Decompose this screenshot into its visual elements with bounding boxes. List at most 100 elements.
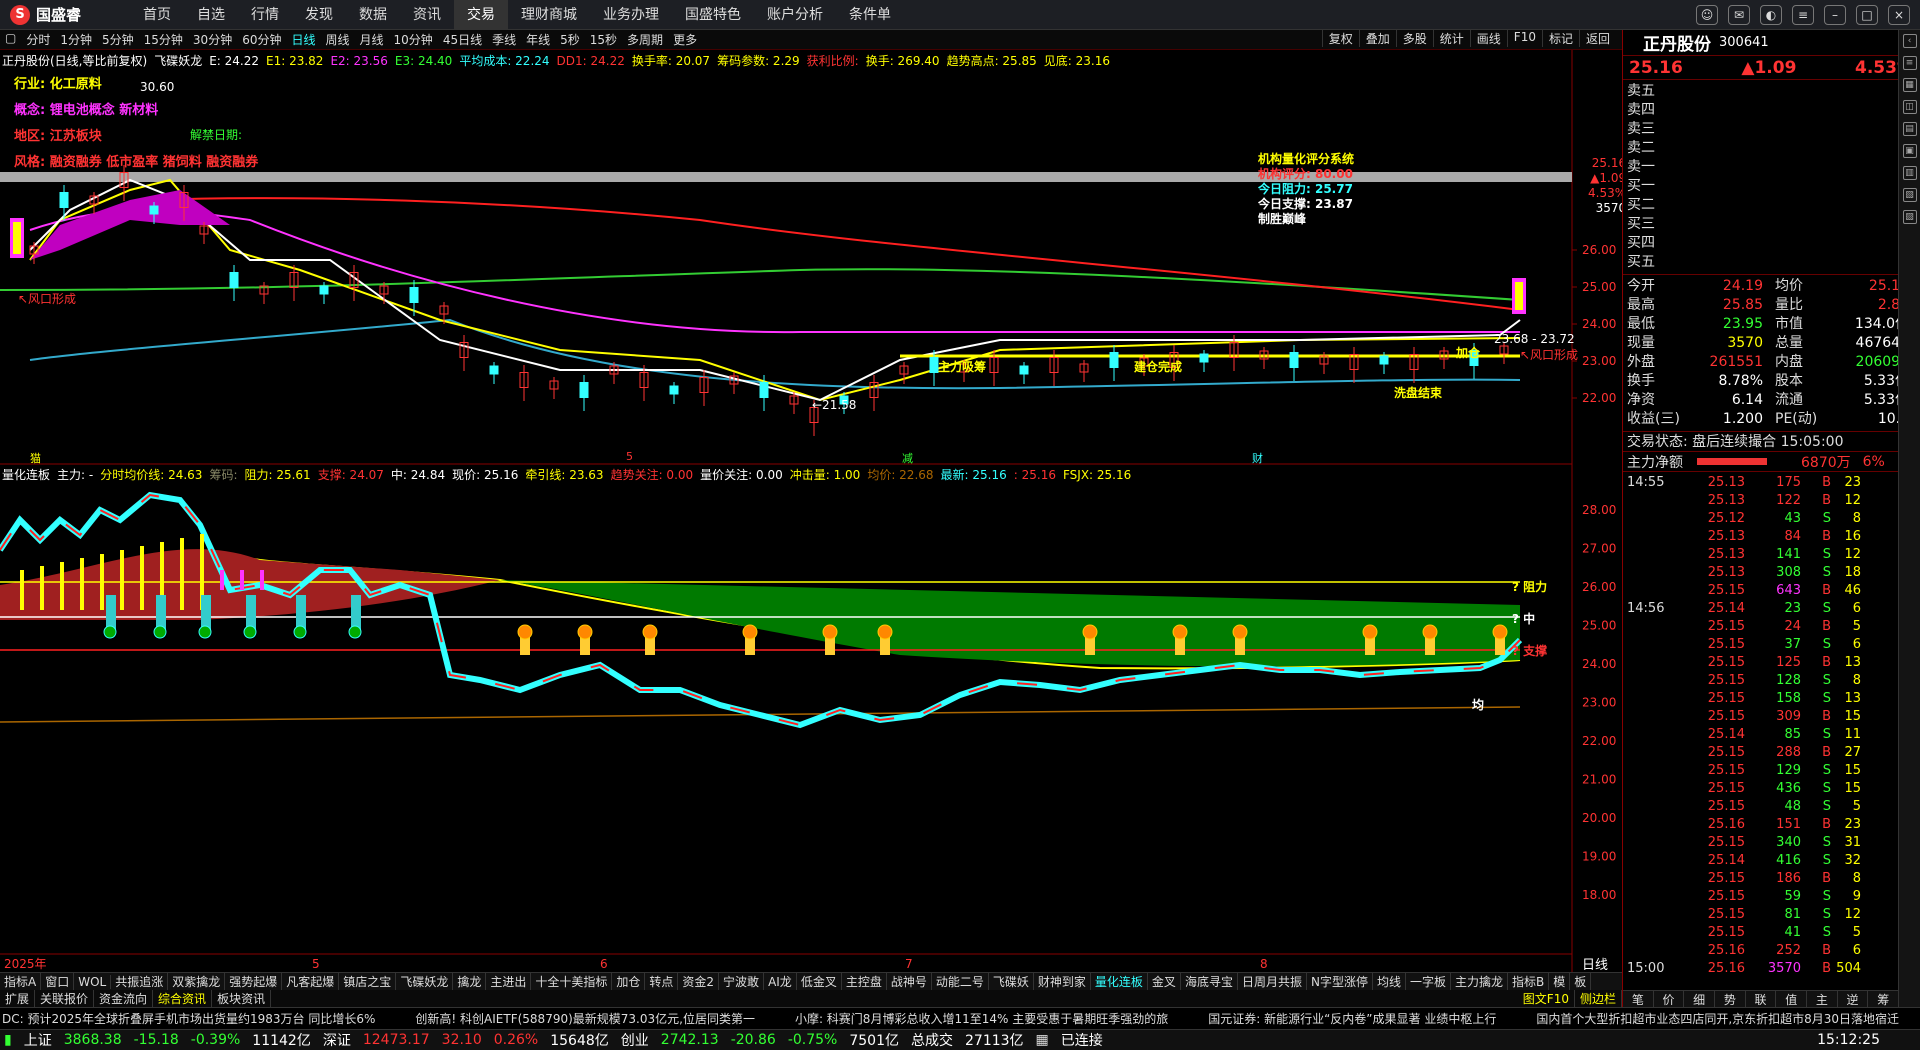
sub-tab-0[interactable]: 扩展 [0,990,36,1007]
indicator-tab-13[interactable]: 转点 [645,973,679,990]
period-tab-15[interactable]: 多周期 [622,31,668,48]
indicator-tab-27[interactable]: N字型涨停 [1307,973,1373,990]
sz-label[interactable]: 深证 [323,1030,351,1050]
nav-item-7[interactable]: 理财商城 [508,0,590,30]
quote-tab-5[interactable]: 值 [1776,991,1808,1007]
minimize-icon[interactable]: – [1824,5,1846,25]
app-logo[interactable]: S 国盛睿 [0,4,130,25]
indicator-tab-33[interactable]: 板 [1570,973,1592,990]
indicator-tab-14[interactable]: 资金2 [678,973,720,990]
quote-tab-7[interactable]: 逆 [1838,991,1869,1007]
indicator-tab-11[interactable]: 十全十美指标 [531,973,613,990]
ticker-item[interactable]: DC: 预计2025年全球折叠屏手机市场出货量约1983万台 同比增长6% [2,1008,375,1029]
indicator-tab-22[interactable]: 财神到家 [1034,973,1091,990]
tool-6[interactable]: 标记 [1541,30,1579,47]
cy-label[interactable]: 创业 [621,1030,649,1050]
period-tab-12[interactable]: 年线 [521,31,555,48]
layout-icon[interactable]: ▢ [0,31,21,48]
sub-tab-4[interactable]: 板块资讯 [212,990,272,1007]
indicator-tab-19[interactable]: 战神号 [887,973,932,990]
indicator-tab-3[interactable]: 共振追涨 [111,973,169,990]
nav-item-3[interactable]: 发现 [292,0,346,30]
nav-item-11[interactable]: 条件单 [836,0,904,30]
indicator-tab-32[interactable]: 模 [1549,973,1571,990]
list-icon[interactable]: ≡ [1902,56,1917,70]
indicator-tab-12[interactable]: 加仓 [612,973,646,990]
skin-icon[interactable]: ◐ [1760,5,1782,25]
tool-1[interactable]: 叠加 [1358,30,1396,47]
sh-label[interactable]: 上证 [24,1030,52,1050]
indicator-tab-30[interactable]: 主力擒龙 [1451,973,1508,990]
indicator-tab-0[interactable]: 指标A [0,973,42,990]
period-tab-7[interactable]: 周线 [321,31,355,48]
nav-item-8[interactable]: 业务办理 [590,0,672,30]
chart-area[interactable]: 26.00 25.00 24.00 23.00 22.00 28.00 27.00 26.0… [0,50,1622,972]
quote-tab-0[interactable]: 笔 [1623,991,1654,1007]
note-icon[interactable]: ▨ [1902,210,1917,224]
tick-list[interactable]: 14:55 25.13 175 B 23 25.13 122 B 12 25.12 43 S 8 25.1… [1623,472,1920,978]
indicator-tab-10[interactable]: 主进出 [486,973,532,990]
nav-item-0[interactable]: 首页 [130,0,184,30]
period-tab-14[interactable]: 15秒 [585,31,622,48]
tool-5[interactable]: F10 [1506,30,1542,47]
indicator-tab-25[interactable]: 海底寻宝 [1181,973,1238,990]
sub-tab-3[interactable]: 综合资讯 [153,990,213,1007]
tool-3[interactable]: 统计 [1432,30,1470,47]
grid-icon[interactable]: ▦ [1902,78,1917,92]
nav-item-5[interactable]: 资讯 [400,0,454,30]
indicator-tab-18[interactable]: 主控盘 [842,973,887,990]
indicator-tab-28[interactable]: 均线 [1373,973,1406,990]
ticker-item[interactable]: 小摩: 科赛门8月博彩总收入增11至14% 主要受惠于暑期旺季强劲的旅 [795,1008,1168,1029]
indicator-tab-9[interactable]: 擒龙 [453,973,487,990]
indicator-tab-21[interactable]: 飞碟妖 [989,973,1034,990]
indicator-tab-24[interactable]: 金叉 [1148,973,1181,990]
period-tab-6[interactable]: 日线 [286,31,320,48]
quote-tab-4[interactable]: 联 [1746,991,1777,1007]
period-tab-3[interactable]: 15分钟 [139,31,188,48]
sub-name[interactable]: 量化连板 [2,466,50,483]
sub-tab-2[interactable]: 资金流向 [94,990,154,1007]
stock-icon[interactable]: ▥ [1902,166,1917,180]
indicator-tab-4[interactable]: 双紫擒龙 [168,973,226,990]
indicator-tab-17[interactable]: 低金叉 [797,973,842,990]
period-tab-2[interactable]: 5分钟 [97,31,139,48]
ticker-item[interactable]: 创新高! 科创AIETF(588790)最新规模73.03亿元,位居同类第一 [415,1008,755,1029]
indicator-name[interactable]: 飞碟妖龙 [154,52,202,69]
quote-tab-6[interactable]: 主 [1807,991,1838,1007]
period-tab-16[interactable]: 更多 [668,31,702,48]
quote-tab-3[interactable]: 势 [1715,991,1746,1007]
indicator-tab-29[interactable]: 一字板 [1406,973,1451,990]
period-tab-11[interactable]: 季线 [487,31,521,48]
indicator-tab-8[interactable]: 飞碟妖龙 [396,973,454,990]
indicator-tab-7[interactable]: 镇店之宝 [339,973,397,990]
indicator-tab-15[interactable]: 宁波敢 [719,973,765,990]
ticker-item[interactable]: 国内首个大型折扣超市业态四店同开,京东折扣超市8月30日落地宿迁 [1536,1008,1899,1029]
tool-2[interactable]: 多股 [1395,30,1433,47]
sub-tab-right-0[interactable]: 图文F10 [1518,990,1575,1007]
collapse-icon[interactable]: ‹ [1902,34,1917,48]
ticker-item[interactable]: 国元证券: 新能源行业“反内卷”成果显著 业绩中枢上行 [1208,1008,1496,1029]
tool-0[interactable]: 复权 [1321,30,1359,47]
menu-icon[interactable]: ≡ [1792,5,1814,25]
nav-item-9[interactable]: 国盛特色 [672,0,754,30]
fund-icon[interactable]: ▧ [1902,188,1917,202]
period-tab-9[interactable]: 10分钟 [389,31,438,48]
news-ticker[interactable]: DC: 预计2025年全球折叠屏手机市场出货量约1983万台 同比增长6% 创新高… [0,1007,1920,1029]
nav-item-1[interactable]: 自选 [184,0,238,30]
sub-tab-1[interactable]: 关联报价 [35,990,95,1007]
calendar-icon[interactable]: ▣ [1902,144,1917,158]
quote-tab-1[interactable]: 价 [1654,991,1685,1007]
chart-icon[interactable]: ◫ [1902,100,1917,114]
nav-item-4[interactable]: 数据 [346,0,400,30]
sub-tab-right-1[interactable]: 侧边栏 [1575,990,1622,1007]
indicator-tab-31[interactable]: 指标B [1508,973,1550,990]
indicator-tab-20[interactable]: 动能二号 [932,973,989,990]
close-icon[interactable]: × [1888,5,1910,25]
period-tab-13[interactable]: 5秒 [555,31,585,48]
nav-item-10[interactable]: 账户分析 [754,0,836,30]
indicator-tab-16[interactable]: AI龙 [764,973,797,990]
chat-icon[interactable]: ☺ [1696,5,1718,25]
indicator-tab-1[interactable]: 窗口 [41,973,75,990]
period-tab-0[interactable]: 分时 [21,31,55,48]
tool-7[interactable]: 返回 [1578,30,1616,47]
